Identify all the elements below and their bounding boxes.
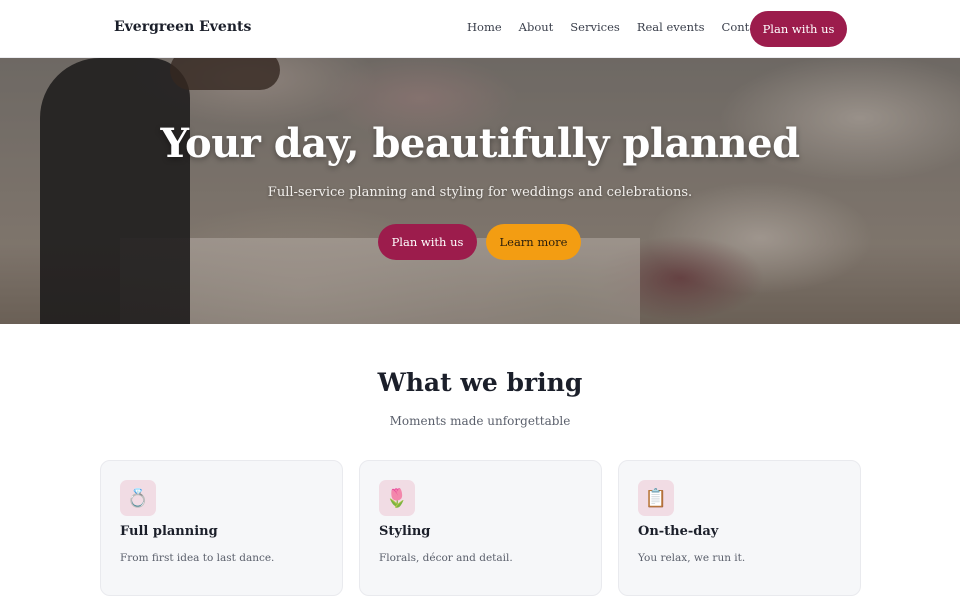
clipboard-icon: 📋	[638, 480, 674, 516]
card-description: Florals, décor and detail.	[379, 552, 513, 564]
nav-real-events[interactable]: Real events	[637, 20, 705, 34]
tulip-icon: 🌷	[379, 480, 415, 516]
service-card-on-the-day[interactable]: 📋 On-the-day You relax, we run it.	[618, 460, 861, 596]
nav-about[interactable]: About	[519, 20, 554, 34]
nav-services[interactable]: Services	[570, 20, 620, 34]
site-header: Evergreen Events Home About Services Rea…	[0, 0, 960, 58]
card-title: Styling	[379, 524, 431, 539]
section-subtitle: Moments made unforgettable	[389, 414, 571, 428]
main-nav: Home About Services Real events Contact	[467, 20, 784, 34]
card-title: On-the-day	[638, 524, 719, 539]
card-description: You relax, we run it.	[638, 552, 746, 564]
service-card-full-planning[interactable]: 💍 Full planning From first idea to last …	[100, 460, 343, 596]
service-card-styling[interactable]: 🌷 Styling Florals, décor and detail.	[359, 460, 602, 596]
ring-icon: 💍	[120, 480, 156, 516]
plan-with-us-header-button[interactable]: Plan with us	[750, 11, 847, 47]
brand-logo[interactable]: Evergreen Events	[114, 19, 251, 35]
card-title: Full planning	[120, 524, 218, 539]
card-description: From first idea to last dance.	[120, 552, 275, 564]
nav-home[interactable]: Home	[467, 20, 502, 34]
plan-with-us-button[interactable]: Plan with us	[378, 224, 477, 260]
hero-subtitle: Full-service planning and styling for we…	[267, 185, 693, 200]
hero-title: Your day, beautifully planned	[160, 120, 800, 167]
learn-more-button[interactable]: Learn more	[486, 224, 581, 260]
section-title: What we bring	[377, 368, 583, 397]
hero-banner: Your day, beautifully planned Full-servi…	[0, 58, 960, 324]
